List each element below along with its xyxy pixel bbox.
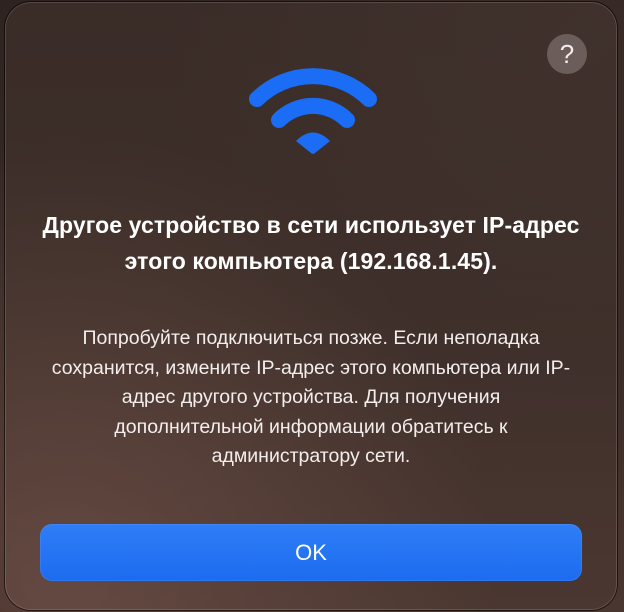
wifi-wedge [296, 132, 330, 154]
wifi-arc-outer [249, 68, 377, 107]
alert-message: Попробуйте подключиться позже. Если непо… [51, 327, 571, 467]
ip-conflict-alert-dialog: ? Другое устройство в сети использует IP… [5, 2, 617, 610]
alert-title: Другое устройство в сети использует IP-а… [42, 212, 580, 274]
wifi-arc-middle [271, 97, 355, 128]
ok-button[interactable]: OK [40, 524, 582, 581]
wifi-icon [249, 68, 377, 154]
help-button[interactable]: ? [547, 34, 587, 74]
